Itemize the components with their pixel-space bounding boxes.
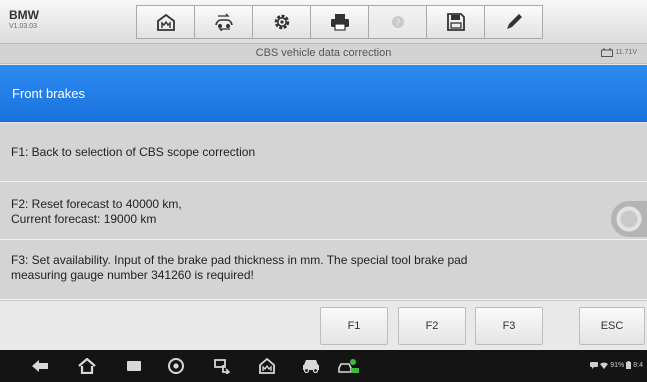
function-key-bar: F1 F2 F3 ESC [0,300,647,350]
message-icon [590,361,599,369]
toolbar-buttons: ? [136,5,543,39]
option-line: measuring gauge number 341260 is require… [11,268,254,282]
option-line: F2: Reset forecast to 40000 km, [11,197,182,211]
vehicle-battery-indicator: 11.71V [601,48,637,57]
print-icon [330,14,349,31]
home-nav-button[interactable] [77,356,97,376]
page-title: CBS vehicle data correction [255,47,392,59]
tablet-battery-icon [626,361,632,369]
autel-home-icon [259,358,275,374]
battery-voltage: 11.71V [615,49,637,56]
f2-button[interactable]: F2 [398,307,466,345]
option-line: F1: Back to selection of CBS scope corre… [11,145,256,159]
status-indicators: 91% 8:4 [590,361,643,369]
option-text: F3: Set availability. Input of the brake… [11,253,467,283]
car-battery-icon [601,48,614,57]
edit-button[interactable] [484,5,543,39]
save-icon [446,13,465,31]
option-line: Current forecast: 19000 km [11,212,157,226]
app-version: V1.03.03 [9,23,38,30]
section-header: Front brakes [0,65,647,122]
help-icon: ? [391,16,404,29]
title-bar: CBS vehicle data correction 11.71V [0,44,647,64]
home-icon [156,13,175,31]
battery-percent: 91% [610,361,625,369]
browser-button[interactable] [166,356,186,376]
car-icon [303,360,319,373]
option-row-f3[interactable]: F3: Set availability. Input of the brake… [0,240,647,300]
section-header-text: Front brakes [12,86,85,101]
settings-button[interactable] [252,5,311,39]
floating-scroll-handle[interactable] [611,201,647,237]
vci-link-icon [338,359,359,373]
remote-connect-icon [214,359,231,374]
chrome-icon [168,358,184,374]
wifi-icon [600,362,609,369]
option-row-f2[interactable]: F2: Reset forecast to 40000 km, Current … [0,182,647,240]
f3-button[interactable]: F3 [475,307,543,345]
pen-icon [506,14,522,29]
f1-button[interactable]: F1 [320,307,388,345]
save-button[interactable] [426,5,485,39]
option-text: F1: Back to selection of CBS scope corre… [11,145,255,160]
recent-apps-icon [127,361,141,371]
help-button[interactable]: ? [368,5,427,39]
back-button[interactable] [30,356,50,376]
system-nav-bar: 91% 8:4 [0,350,647,382]
svg-text:?: ? [395,19,400,29]
remote-desk-button[interactable] [212,356,232,376]
esc-button[interactable]: ESC [579,307,645,345]
recent-apps-button[interactable] [124,356,144,376]
vehicle-swap-icon [214,13,233,31]
vehicle-swap-button[interactable] [194,5,253,39]
home-button[interactable] [136,5,195,39]
option-text: F2: Reset forecast to 40000 km, Current … [11,197,182,227]
top-toolbar: BMW V1.03.03 ? [0,0,647,44]
print-button[interactable] [310,5,369,39]
back-icon [32,360,48,372]
vehicle-menu-button[interactable] [300,356,322,376]
house-icon [78,358,96,374]
settings-gear-icon [274,14,289,30]
app-brand: BMW V1.03.03 [9,9,79,32]
status-clock: 8:4 [633,361,643,369]
brand-name: BMW [9,8,39,22]
vci-connection-button[interactable] [337,356,361,376]
option-line: F3: Set availability. Input of the brake… [11,253,468,267]
diagnostics-home-button[interactable] [257,356,277,376]
option-row-f1[interactable]: F1: Back to selection of CBS scope corre… [0,123,647,182]
